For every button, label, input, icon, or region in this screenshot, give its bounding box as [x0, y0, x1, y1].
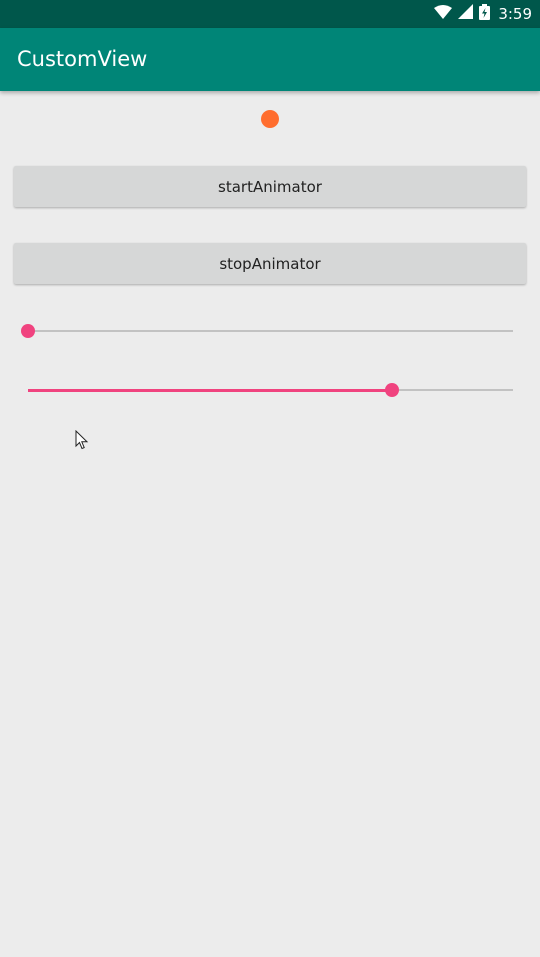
mouse-cursor-icon [75, 429, 89, 450]
animated-dot [261, 110, 279, 128]
signal-icon [458, 4, 474, 24]
status-time: 3:59 [498, 5, 532, 23]
seekbar-thumb[interactable] [384, 383, 399, 397]
seekbar-track [28, 330, 513, 332]
seekbar-fill [28, 388, 392, 392]
stop-animator-button[interactable]: stopAnimator [14, 243, 526, 284]
status-icons: 3:59 [434, 0, 532, 28]
app-bar: CustomView [0, 28, 540, 91]
seekbar-2[interactable] [28, 378, 513, 402]
status-bar: 3:59 [0, 0, 540, 28]
wifi-icon [434, 4, 453, 24]
start-animator-button[interactable]: startAnimator [14, 166, 526, 207]
seekbar-1[interactable] [21, 319, 513, 343]
battery-charging-icon [479, 3, 491, 25]
app-title: CustomView [17, 47, 148, 71]
seekbar-thumb[interactable] [21, 324, 35, 338]
